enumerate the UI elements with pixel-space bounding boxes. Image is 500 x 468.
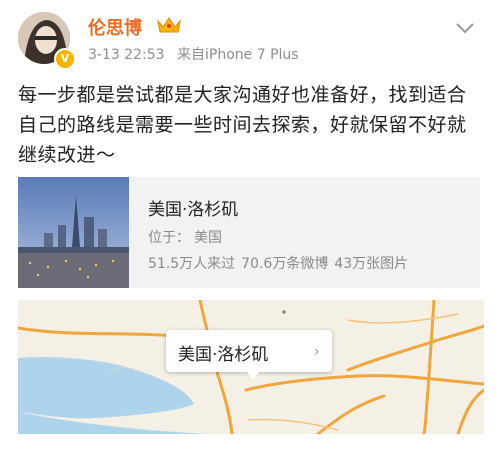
location-country: 位于： 美国 xyxy=(148,227,222,247)
chevron-right-icon: › xyxy=(314,344,320,360)
post-meta: 3-13 22:53 来自iPhone 7 Plus xyxy=(88,44,299,64)
crown-icon xyxy=(157,17,181,33)
location-label: 位于： xyxy=(148,230,190,246)
post-text: 每一步都是尝试都是大家沟通好也准备好，找到适合自己的路线是需要一些时间去探索，好… xyxy=(18,84,467,166)
verified-badge-icon: V xyxy=(54,48,76,70)
stat-photos: 43万张图片 xyxy=(334,256,409,272)
stat-visitors: 51.5万人来过 xyxy=(148,256,236,272)
location-photo xyxy=(18,177,129,288)
location-value: 美国 xyxy=(194,230,222,246)
callout-pointer xyxy=(246,371,260,379)
post-source: 来自iPhone 7 Plus xyxy=(177,47,299,63)
location-stats: 51.5万人来过 70.6万条微博 43万张图片 xyxy=(148,253,414,273)
location-card[interactable]: 美国·洛杉矶 位于： 美国 51.5万人来过 70.6万条微博 43万张图片 xyxy=(18,177,480,288)
location-title: 美国·洛杉矶 xyxy=(148,200,239,220)
chevron-down-icon[interactable] xyxy=(452,18,478,38)
map-callout[interactable]: 美国·洛杉矶 › xyxy=(166,330,332,372)
map-callout-label: 美国·洛杉矶 xyxy=(178,345,269,365)
stat-posts: 70.6万条微博 xyxy=(241,256,329,272)
post-timestamp: 3-13 22:53 xyxy=(88,47,165,63)
username[interactable]: 伦思博 xyxy=(88,14,142,40)
